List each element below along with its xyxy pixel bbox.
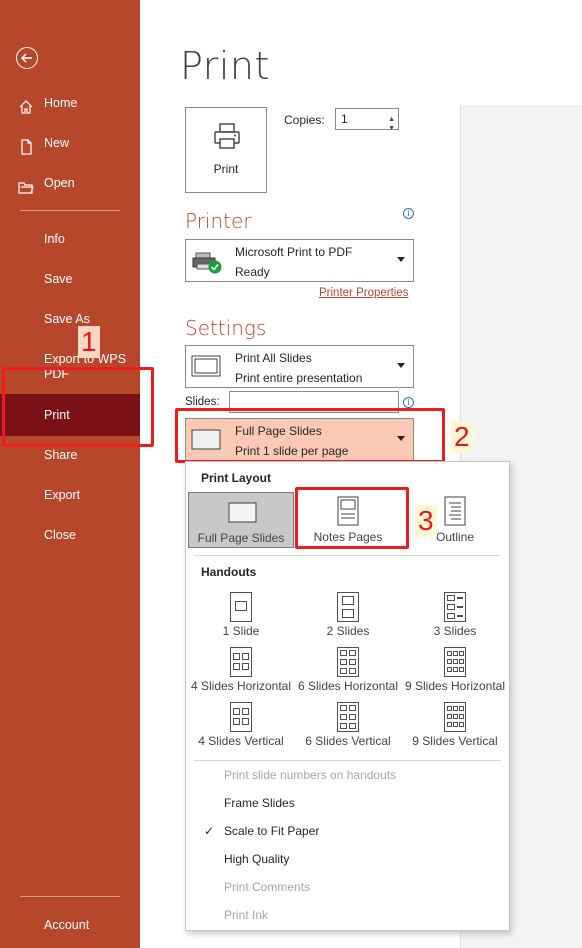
printer-status: Ready bbox=[235, 265, 270, 279]
home-icon bbox=[18, 95, 34, 114]
slides-label: Slides: bbox=[185, 396, 220, 408]
handout-2-slides[interactable]: 2 Slides bbox=[295, 590, 401, 642]
sidebar-item-save-as[interactable]: Save As bbox=[0, 303, 140, 335]
print-button[interactable]: Print bbox=[185, 107, 267, 193]
printer-name: Microsoft Print to PDF bbox=[235, 245, 353, 259]
sidebar-item-label: Export bbox=[44, 488, 81, 502]
step-number-3: 3 bbox=[415, 505, 437, 537]
handout-option-label: 1 Slide bbox=[222, 624, 260, 638]
print-range-title: Print All Slides bbox=[235, 351, 312, 365]
highlight-box-layout bbox=[175, 408, 445, 463]
checkmark-icon: ✓ bbox=[204, 824, 215, 838]
handout-6-slides-horizontal-icon bbox=[337, 647, 359, 677]
settings-heading: Settings bbox=[185, 316, 267, 340]
print-button-label: Print bbox=[213, 162, 239, 176]
handout-6-slides-horizontal[interactable]: 6 Slides Horizontal bbox=[295, 645, 401, 697]
handout-3-slides[interactable]: 3 Slides bbox=[402, 590, 508, 642]
backstage-sidebar: Home New Open Info Save Save As Export t… bbox=[0, 0, 140, 948]
handout-option-label: 4 Slides Vertical bbox=[198, 734, 284, 748]
handout-4-slides-horizontal-icon bbox=[230, 647, 252, 677]
handout-option-label: 9 Slides Vertical bbox=[412, 734, 498, 748]
step-number-2: 2 bbox=[451, 421, 473, 453]
layout-option-label: Full Page Slides bbox=[197, 531, 285, 545]
folder-icon bbox=[18, 175, 34, 194]
sidebar-item-label: Share bbox=[44, 448, 78, 462]
print-range-subtitle: Print entire presentation bbox=[235, 371, 363, 385]
all-slides-icon bbox=[191, 355, 221, 377]
chevron-down-icon bbox=[397, 257, 405, 262]
printer-properties-link[interactable]: Printer Properties bbox=[319, 287, 408, 299]
step-number-1: 1 bbox=[78, 326, 100, 358]
handout-9-slides-horizontal[interactable]: 9 Slides Horizontal bbox=[402, 645, 508, 697]
sidebar-item-label: Open bbox=[44, 176, 75, 190]
print-range-dropdown[interactable]: Print All Slides Print entire presentati… bbox=[185, 345, 414, 388]
handouts-heading: Handouts bbox=[201, 565, 257, 579]
handout-4-slides-vertical-icon bbox=[230, 702, 252, 732]
info-icon[interactable]: i bbox=[403, 208, 414, 219]
printer-dropdown[interactable]: Microsoft Print to PDF Ready bbox=[185, 239, 414, 282]
sidebar-divider bbox=[20, 210, 120, 211]
menu-divider bbox=[194, 760, 501, 761]
sidebar-item-label: New bbox=[44, 136, 70, 150]
printer-ready-icon bbox=[192, 252, 222, 274]
sidebar-item-new[interactable]: New bbox=[0, 127, 140, 159]
full-page-slide-icon bbox=[228, 502, 257, 523]
sidebar-item-close[interactable]: Close bbox=[0, 519, 140, 551]
sidebar-item-label: Save bbox=[44, 272, 73, 286]
handout-option-label: 6 Slides Vertical bbox=[305, 734, 391, 748]
handout-4-slides-vertical[interactable]: 4 Slides Vertical bbox=[188, 700, 294, 752]
sidebar-item-label: Home bbox=[44, 96, 78, 110]
layout-option-full-page-slides[interactable]: Full Page Slides bbox=[188, 492, 294, 548]
handout-option-label: 2 Slides bbox=[326, 624, 370, 638]
sidebar-item-label: Save As bbox=[44, 312, 90, 326]
option-print-slide-numbers: Print slide numbers on handouts bbox=[224, 768, 397, 782]
handout-6-slides-vertical[interactable]: 6 Slides Vertical bbox=[295, 700, 401, 752]
sidebar-item-account[interactable]: Account bbox=[0, 909, 140, 941]
page-title: Print bbox=[180, 44, 270, 88]
highlight-box-print bbox=[2, 367, 154, 447]
handout-2-slides-icon bbox=[337, 592, 359, 622]
copies-value: 1 bbox=[341, 112, 348, 126]
handout-3-slides-icon bbox=[444, 592, 466, 622]
sidebar-item-export[interactable]: Export bbox=[0, 479, 140, 511]
back-arrow-icon[interactable] bbox=[16, 47, 38, 69]
handout-option-label: 3 Slides bbox=[433, 624, 477, 638]
print-layout-heading: Print Layout bbox=[201, 471, 272, 485]
sidebar-item-save[interactable]: Save bbox=[0, 263, 140, 295]
handout-4-slides-horizontal[interactable]: 4 Slides Horizontal bbox=[188, 645, 294, 697]
sidebar-item-label: Info bbox=[44, 232, 65, 246]
copies-stepper[interactable]: 1 ▲ ▼ bbox=[335, 108, 399, 132]
sidebar-item-label: Account bbox=[44, 918, 90, 932]
stepper-down-icon[interactable]: ▼ bbox=[388, 119, 395, 139]
handout-9-slides-vertical-icon bbox=[444, 702, 466, 732]
option-print-ink: Print Ink bbox=[224, 908, 269, 922]
new-document-icon bbox=[18, 135, 34, 155]
handout-option-label: 4 Slides Horizontal bbox=[190, 679, 292, 693]
handout-option-label: 9 Slides Horizontal bbox=[404, 679, 506, 693]
handout-9-slides-vertical[interactable]: 9 Slides Vertical bbox=[402, 700, 508, 752]
handout-1-slide[interactable]: 1 Slide bbox=[188, 590, 294, 642]
copies-label: Copies: bbox=[284, 113, 325, 127]
handout-1-slide-icon bbox=[230, 592, 252, 622]
handout-9-slides-horizontal-icon bbox=[444, 647, 466, 677]
sidebar-divider bbox=[20, 896, 120, 897]
outline-icon bbox=[444, 496, 466, 526]
option-scale-to-fit-paper[interactable]: Scale to Fit Paper bbox=[224, 824, 319, 838]
sidebar-item-home[interactable]: Home bbox=[0, 87, 140, 119]
printer-heading: Printer bbox=[185, 209, 252, 233]
printer-icon bbox=[214, 123, 240, 149]
sidebar-item-label: Close bbox=[44, 528, 76, 542]
sidebar-item-open[interactable]: Open bbox=[0, 167, 140, 199]
option-high-quality[interactable]: High Quality bbox=[224, 852, 289, 866]
highlight-box-notes-pages bbox=[295, 487, 409, 549]
info-icon[interactable]: i bbox=[403, 397, 414, 408]
chevron-down-icon bbox=[397, 363, 405, 368]
handout-6-slides-vertical-icon bbox=[337, 702, 359, 732]
menu-divider bbox=[194, 555, 501, 556]
option-frame-slides[interactable]: Frame Slides bbox=[224, 796, 295, 810]
handout-option-label: 6 Slides Horizontal bbox=[297, 679, 399, 693]
sidebar-item-info[interactable]: Info bbox=[0, 223, 140, 255]
option-print-comments: Print Comments bbox=[224, 880, 311, 894]
